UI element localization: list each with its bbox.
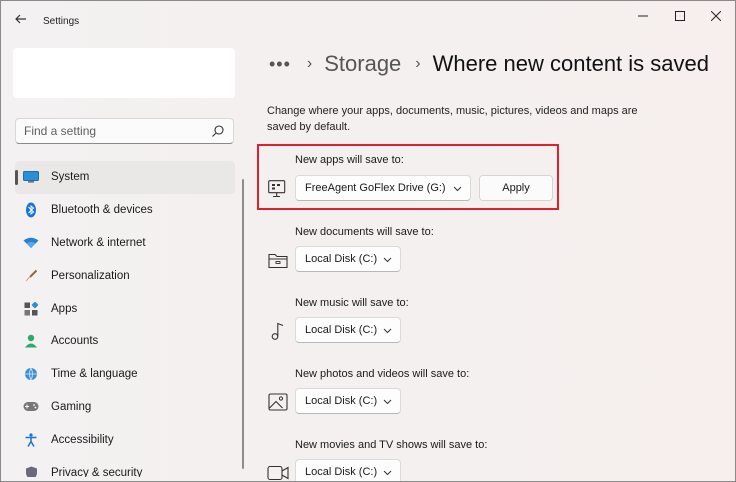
sidebar-scrollbar[interactable] [242,179,244,469]
chevron-down-icon [383,399,392,405]
sidebar-item-label: Privacy & security [51,466,143,477]
movies-drive-dropdown[interactable]: Local Disk (C:) [295,459,401,481]
highlight-box [257,144,559,210]
sidebar-item-apps[interactable]: Apps [15,292,235,325]
user-profile-card[interactable] [13,48,235,98]
wifi-icon [23,235,39,251]
sidebar-item-system[interactable]: System [15,161,235,194]
folder-icon [267,249,289,271]
breadcrumb-storage-link[interactable]: Storage [324,51,401,77]
title-bar: Settings [1,1,735,35]
sidebar-item-network-internet[interactable]: Network & internet [15,227,235,260]
breadcrumb: ••• › Storage › Where new content is sav… [269,49,709,79]
app-title: Settings [43,16,80,27]
sidebar-item-personalization[interactable]: Personalization [15,259,235,292]
back-arrow-icon [15,14,26,24]
sidebar-item-accessibility[interactable]: Accessibility [15,423,235,456]
sidebar-item-label: Bluetooth & devices [51,204,153,217]
breadcrumb-more-icon[interactable]: ••• [269,54,291,75]
sidebar-item-label: Time & language [51,368,138,381]
search-box[interactable] [15,118,234,144]
music-save-label: New music will save to: [295,297,409,309]
photos-drive-value: Local Disk (C:) [305,395,378,407]
sidebar-item-label: Network & internet [51,236,146,249]
chevron-right-icon: › [415,55,421,72]
bluetooth-icon [23,202,39,218]
documents-drive-dropdown[interactable]: Local Disk (C:) [295,246,401,272]
page-description: Change where your apps, documents, music… [267,105,638,133]
close-icon [711,11,721,21]
chevron-down-icon [383,257,392,263]
monitor-icon [23,169,39,185]
accessibility-icon [23,432,39,448]
shield-icon [23,465,39,477]
documents-save-label: New documents will save to: [295,226,434,238]
sidebar-item-label: Apps [51,302,78,315]
sidebar-item-label: System [51,171,90,184]
maximize-icon [675,11,685,21]
sidebar-item-label: Gaming [51,400,92,413]
minimize-button[interactable] [625,3,661,29]
gamepad-icon [23,399,39,415]
music-drive-dropdown[interactable]: Local Disk (C:) [295,317,401,343]
picture-icon [267,391,289,413]
sidebar-item-label: Personalization [51,269,130,282]
movies-drive-value: Local Disk (C:) [305,466,378,478]
sidebar-item-label: Accounts [51,335,99,348]
sidebar-item-privacy-security[interactable]: Privacy & security [15,456,235,477]
photos-drive-dropdown[interactable]: Local Disk (C:) [295,388,401,414]
movies-save-label: New movies and TV shows will save to: [295,439,488,451]
person-icon [23,333,39,349]
video-camera-icon [267,462,289,481]
back-button[interactable] [9,9,33,29]
sidebar-item-time-language[interactable]: Time & language [15,358,235,391]
apps-grid-icon [23,301,39,317]
page-title: Where new content is saved [432,51,709,76]
chevron-right-icon: › [306,55,313,72]
sidebar-item-accounts[interactable]: Accounts [15,325,235,358]
sidebar-item-bluetooth-devices[interactable]: Bluetooth & devices [15,194,235,227]
close-button[interactable] [698,3,734,29]
search-icon[interactable] [211,124,225,138]
sidebar-nav: System Bluetooth & devices Network & int… [15,161,235,477]
chevron-down-icon [383,470,392,476]
brush-icon [23,268,39,284]
search-input[interactable] [16,119,206,143]
sidebar-item-gaming[interactable]: Gaming [15,391,235,424]
documents-drive-value: Local Disk (C:) [305,253,378,265]
photos-save-label: New photos and videos will save to: [295,368,470,380]
settings-window: Settings System [0,0,736,482]
sidebar-nav-clip: System Bluetooth & devices Network & int… [15,161,237,477]
sidebar-item-label: Accessibility [51,433,114,446]
globe-clock-icon [23,366,39,382]
music-drive-value: Local Disk (C:) [305,324,378,336]
maximize-button[interactable] [662,3,698,29]
music-note-icon [267,320,289,342]
chevron-down-icon [383,328,392,334]
minimize-icon [638,15,648,17]
